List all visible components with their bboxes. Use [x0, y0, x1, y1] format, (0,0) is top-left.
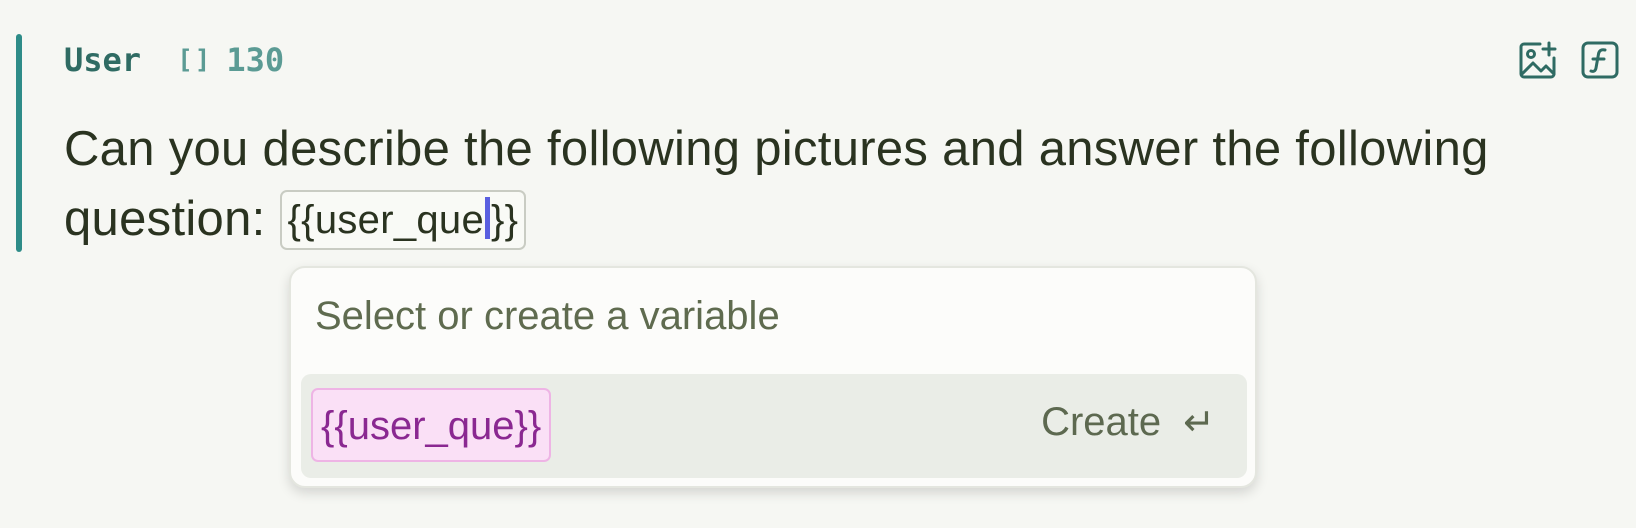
dropdown-placeholder: Select or create a variable: [315, 294, 780, 338]
variable-chip[interactable]: {{user_que}}: [279, 190, 527, 250]
create-action[interactable]: Create ↵: [1041, 400, 1215, 445]
create-variable-option[interactable]: {{user_que}} Create ↵: [301, 374, 1247, 478]
text-caret: [485, 197, 491, 239]
function-icon[interactable]: [1580, 40, 1620, 80]
header-actions: [1518, 40, 1620, 80]
token-icon: []: [177, 45, 213, 75]
variable-tag: {{user_que}}: [311, 388, 552, 462]
message-text: Can you describe the following pictures …: [64, 122, 1489, 246]
role-label: User: [64, 41, 142, 79]
add-image-icon[interactable]: [1518, 40, 1558, 80]
message-accent-bar: [16, 34, 22, 252]
enter-key-icon: ↵: [1183, 402, 1215, 444]
variable-chip-close: }}: [491, 198, 519, 242]
variable-chip-open: {{user_que: [287, 198, 485, 242]
message-header: User [] 130: [64, 40, 284, 80]
token-count: 130: [226, 41, 285, 79]
create-label: Create: [1041, 400, 1162, 444]
message-editor[interactable]: Can you describe the following pictures …: [64, 114, 1624, 254]
variable-dropdown: Select or create a variable {{user_que}}…: [289, 266, 1257, 488]
